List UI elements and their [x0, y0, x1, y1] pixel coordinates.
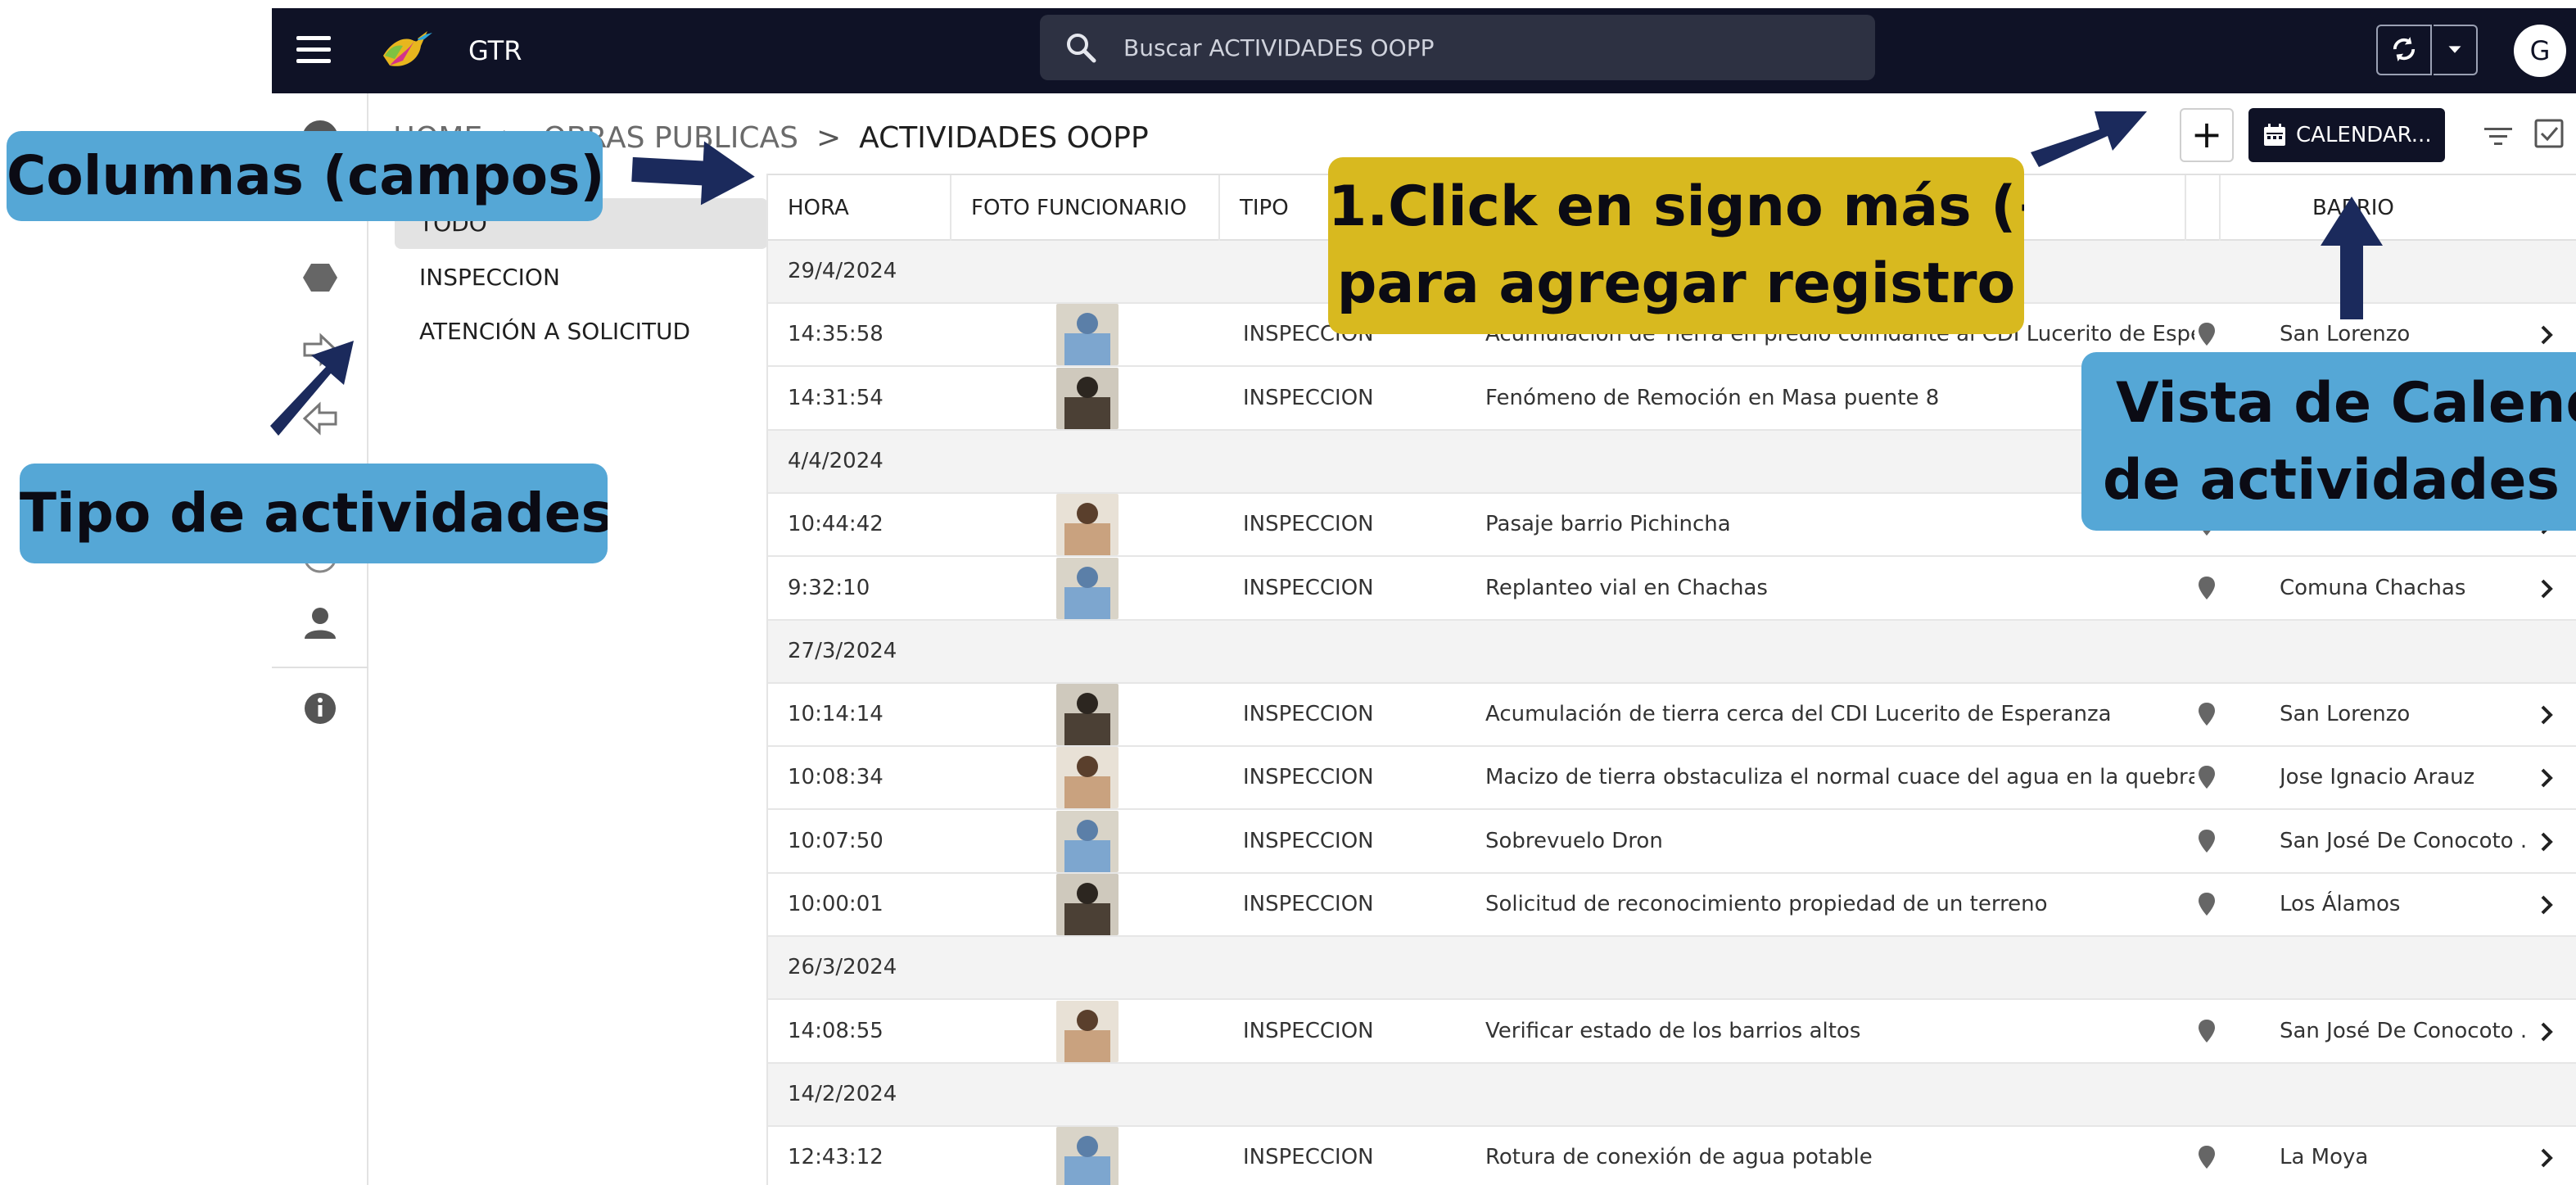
callout-vista-line2: de actividades O — [2103, 448, 2576, 513]
callout-columnas: Columnas (campos) — [7, 131, 603, 221]
callout-agregar-registro: 1.Click en signo más (+) para agregar re… — [1328, 157, 2024, 334]
callout-vista-line1: Vista de Calenda — [2116, 371, 2576, 436]
callout-tipo-actividades: Tipo de actividades — [20, 464, 608, 563]
callout-agregar-line1: 1.Click en signo más (+) — [1328, 174, 2024, 239]
callout-agregar-line2: para agregar registro — [1336, 251, 2016, 316]
callout-vista-calendario: Vista de Calenda de actividades O — [2081, 352, 2576, 531]
